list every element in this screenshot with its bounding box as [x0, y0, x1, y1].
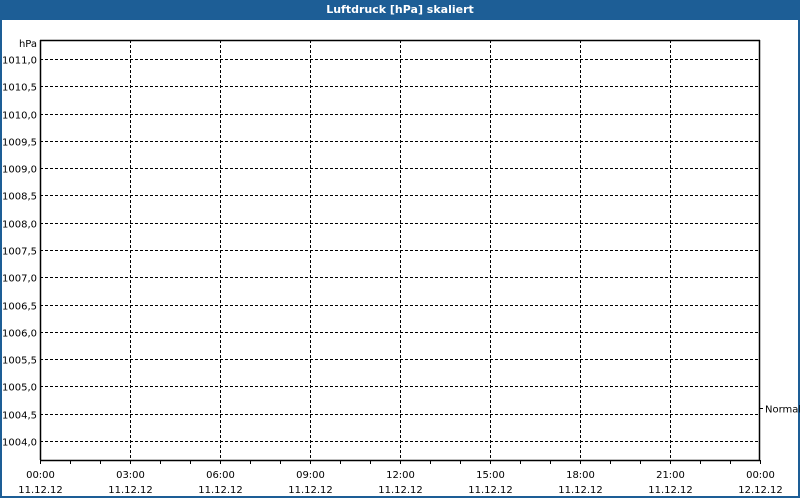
y-tick-label: 1009,0: [2, 165, 37, 176]
x-tick-time: 09:00: [296, 470, 325, 481]
y-tick-label: 1011,0: [2, 56, 37, 67]
y-tick-label: 1010,0: [2, 111, 37, 122]
y-tick-label: 1004,0: [2, 438, 37, 449]
x-tick-time: 03:00: [116, 470, 145, 481]
y-tick-label: 1005,0: [2, 383, 37, 394]
x-tick-time: 21:00: [656, 470, 685, 481]
x-tick-date: 11.12.12: [18, 485, 63, 496]
normal-marker-label: Normal: [765, 405, 800, 416]
y-tick-label: 1007,5: [2, 247, 37, 258]
x-tick-time: 12:00: [386, 470, 415, 481]
x-tick-date: 11.12.12: [378, 485, 423, 496]
y-tick-label: 1009,5: [2, 138, 37, 149]
chart: 1011,0 1010,5 1010,0 1009,5 1009,0 1008,5 1008…: [2, 39, 800, 496]
x-tick-date: 11.12.12: [108, 485, 153, 496]
y-tick-label: 1007,0: [2, 274, 37, 285]
x-tick-time: 15:00: [476, 470, 505, 481]
y-tick-label: 1008,5: [2, 192, 37, 203]
x-tick-time: 18:00: [566, 470, 595, 481]
y-tick-label: 1004,5: [2, 411, 37, 422]
x-tick-time: 06:00: [206, 470, 235, 481]
y-axis-label: hPa: [19, 39, 37, 50]
x-tick-time: 00:00: [26, 470, 55, 481]
y-tick-label: 1010,5: [2, 83, 37, 94]
x-tick-date: 12.12.12: [738, 485, 783, 496]
y-tick-label: 1006,0: [2, 329, 37, 340]
x-tick-date: 11.12.12: [468, 485, 513, 496]
x-tick-date: 11.12.12: [558, 485, 603, 496]
x-tick-date: 11.12.12: [288, 485, 333, 496]
x-tick-date: 11.12.12: [198, 485, 243, 496]
y-tick-label: 1006,5: [2, 302, 37, 313]
y-tick-label: 1005,5: [2, 356, 37, 367]
x-tick-time: 00:00: [746, 470, 775, 481]
y-tick-label: 1008,0: [2, 220, 37, 231]
x-tick-date: 11.12.12: [648, 485, 693, 496]
